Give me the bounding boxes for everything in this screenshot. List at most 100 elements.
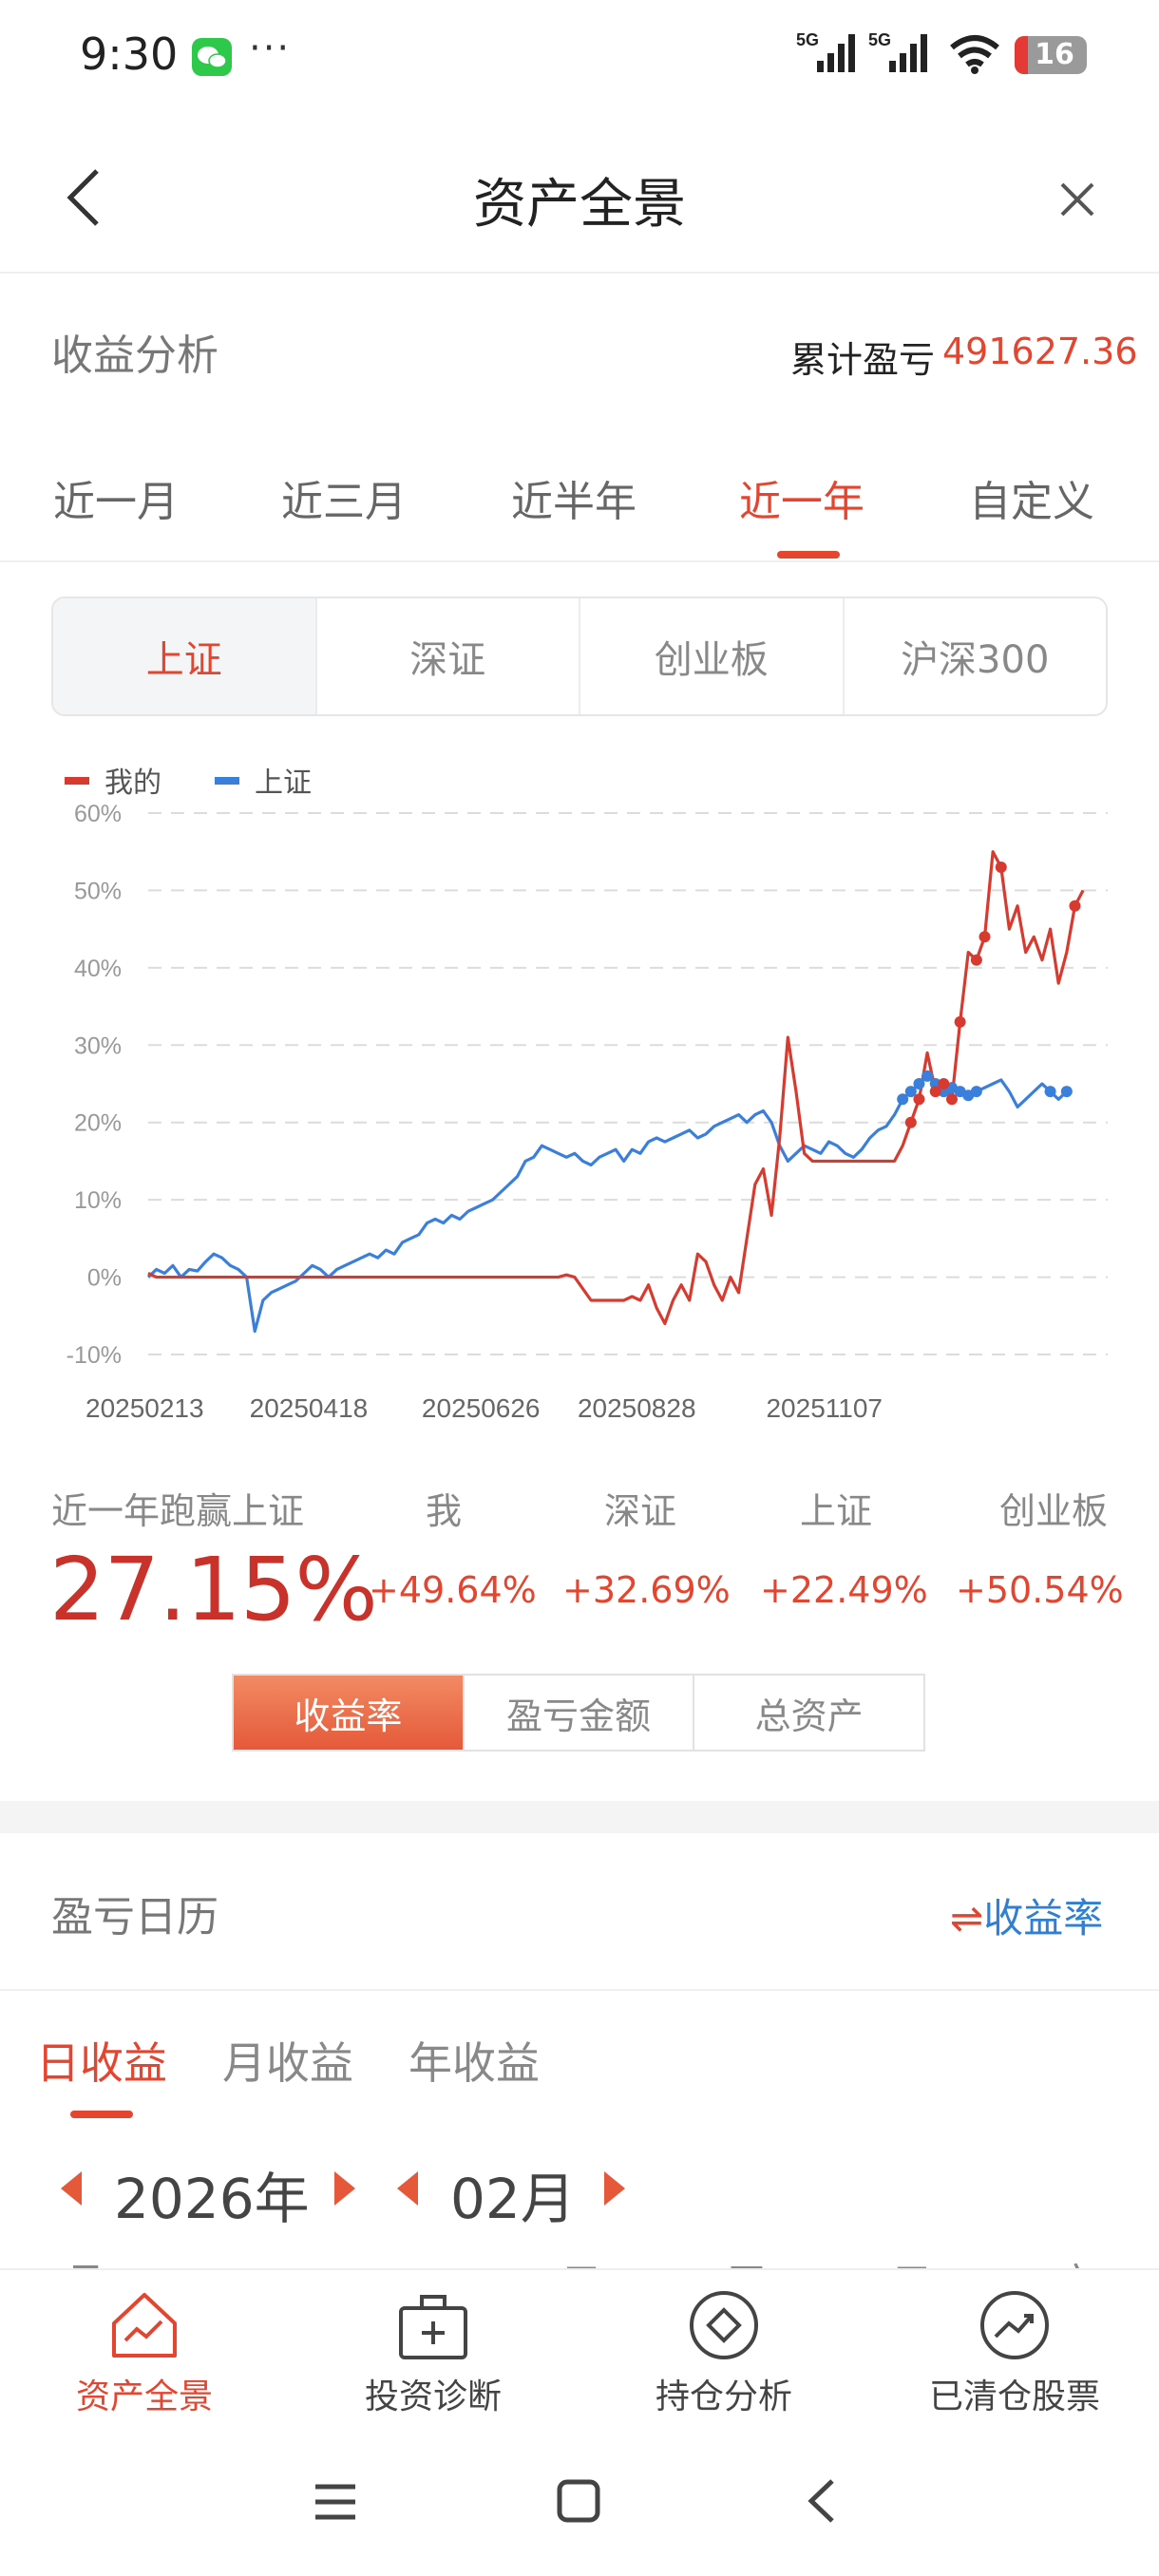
tab-period-6m[interactable]: 近半年 [511, 467, 636, 528]
compare-value-shenzhen: +32.69% [562, 1569, 731, 1611]
calendar-divider [0, 1989, 1159, 1991]
tab-monthly-return[interactable]: 月收益 [222, 2029, 353, 2092]
compare-value-shanghai: +22.49% [760, 1569, 928, 1611]
nav-label-cleared-stocks: 已清仓股票 [928, 2377, 1100, 2416]
wechat-icon [192, 38, 232, 76]
calendar-switch-button[interactable]: ⇌收益率 [950, 1886, 1103, 1944]
compare-label-shanghai: 上证 [800, 1490, 873, 1532]
index-tab-csi300[interactable]: 沪深300 [845, 598, 1107, 714]
battery-level: 16 [1035, 38, 1074, 71]
benchmark-trade-marker [1044, 1086, 1056, 1098]
benchmark-trade-marker [1060, 1086, 1073, 1098]
calendar-year: 2026年 [114, 2167, 310, 2231]
compare-label-shenzhen: 深证 [604, 1490, 677, 1532]
nav-asset-overview[interactable]: 资产全景 [21, 2289, 268, 2418]
calendar-title: 盈亏日历 [51, 1893, 218, 1941]
wifi-icon [950, 35, 999, 74]
calendar-tab-indicator [70, 2111, 133, 2118]
outperform-label: 近一年跑赢上证 [51, 1490, 305, 1532]
x-tick-label: 20250213 [86, 1393, 204, 1423]
cumulative-pnl-value: 491627.36 [942, 331, 1138, 372]
tab-daily-return[interactable]: 日收益 [36, 2029, 167, 2092]
compare-label-mine: 我 [426, 1490, 463, 1532]
nav-label-holdings-analysis: 持仓分析 [655, 2377, 792, 2416]
index-selector: 上证 深证 创业板 沪深300 [51, 597, 1108, 716]
tab-yearly-return[interactable]: 年收益 [408, 2029, 540, 2092]
house-chart-icon [112, 2293, 177, 2358]
prev-year-icon[interactable] [61, 2171, 82, 2206]
x-tick-label: 20250828 [578, 1393, 696, 1423]
metric-tab-return-rate[interactable]: 收益率 [234, 1676, 465, 1750]
menu-icon[interactable] [314, 2483, 357, 2521]
nav-cleared-stocks[interactable]: 已清仓股票 [891, 2289, 1138, 2418]
y-tick-label: 30% [74, 1032, 122, 1059]
legend-mine-label: 我的 [104, 767, 162, 799]
x-tick-label: 20250626 [422, 1393, 541, 1423]
switch-arrows-icon: ⇌ [950, 1895, 984, 1941]
period-divider [0, 560, 1159, 562]
compare-value-mine: +49.64% [369, 1569, 537, 1611]
system-back-icon[interactable] [808, 2477, 836, 2525]
mine-trade-marker [945, 1093, 958, 1106]
more-notifications-icon: ··· [249, 27, 292, 70]
index-tab-shanghai[interactable]: 上证 [53, 598, 317, 714]
compare-label-chinext: 创业板 [999, 1490, 1109, 1532]
returns-line-chart: 60% 50% 40% 30% 20% 10% 0% -10% 20250213 2025041… [65, 767, 1108, 1423]
index-tab-shenzhen[interactable]: 深证 [317, 598, 580, 714]
outperform-value: 27.15% [49, 1539, 378, 1640]
close-icon[interactable] [1056, 179, 1098, 220]
mine-trade-marker [970, 954, 982, 966]
tab-period-3m[interactable]: 近三月 [281, 467, 407, 528]
nav-investment-diagnosis[interactable]: 投资诊断 [310, 2289, 557, 2418]
section-separator [0, 1801, 1159, 1833]
calendar-month: 02月 [450, 2167, 576, 2231]
y-tick-label: -10% [66, 1342, 122, 1369]
mine-trade-marker [995, 862, 1007, 873]
y-tick-label: 20% [74, 1110, 122, 1137]
network-label: 5G [868, 30, 891, 49]
calendar-switch-label: 收益率 [983, 1895, 1104, 1941]
medical-kit-icon [399, 2295, 467, 2359]
tab-period-1y[interactable]: 近一年 [739, 467, 864, 528]
y-tick-label: 40% [74, 956, 122, 982]
trend-circle-icon [980, 2291, 1049, 2359]
x-tick-label: 20250418 [250, 1393, 369, 1423]
mine-trade-marker [1069, 900, 1081, 912]
benchmark-series-line [146, 1074, 1068, 1334]
home-square-icon[interactable] [557, 2479, 600, 2523]
y-tick-label: 60% [74, 801, 122, 827]
nav-label-investment-diagnosis: 投资诊断 [364, 2377, 502, 2416]
nav-label-asset-overview: 资产全景 [75, 2377, 213, 2416]
legend-mine-swatch [65, 777, 89, 785]
y-tick-label: 0% [87, 1265, 122, 1292]
y-tick-label: 50% [74, 878, 122, 904]
compare-value-chinext: +50.54% [956, 1569, 1124, 1611]
metric-selector: 收益率 盈亏金额 总资产 [232, 1674, 925, 1752]
metric-tab-total-assets[interactable]: 总资产 [694, 1676, 923, 1750]
prev-month-icon[interactable] [397, 2171, 418, 2206]
mine-trade-marker [978, 931, 991, 943]
period-tab-indicator [777, 551, 840, 559]
profit-analysis-title: 收益分析 [51, 331, 218, 380]
benchmark-trade-marker [970, 1086, 982, 1098]
cumulative-pnl-label: 累计盈亏 [790, 339, 936, 381]
next-month-icon[interactable] [604, 2171, 625, 2206]
y-tick-label: 10% [74, 1187, 122, 1214]
nav-holdings-analysis[interactable]: 持仓分析 [600, 2289, 847, 2418]
index-tab-chinext[interactable]: 创业板 [580, 598, 845, 714]
mine-trade-marker [954, 1015, 966, 1028]
mine-trade-marker [938, 1078, 950, 1089]
mine-trade-marker [904, 1116, 917, 1128]
page-title: 资产全景 [473, 174, 686, 236]
diamond-circle-icon [690, 2291, 758, 2359]
legend-benchmark-swatch [215, 777, 239, 785]
signal-5g-icon: 5G [796, 30, 855, 72]
x-tick-label: 20251107 [766, 1393, 883, 1423]
next-year-icon[interactable] [334, 2171, 355, 2206]
header-divider [0, 272, 1159, 274]
network-label: 5G [796, 30, 819, 49]
mine-trade-marker [913, 1093, 925, 1106]
metric-tab-pnl-amount[interactable]: 盈亏金额 [465, 1676, 695, 1750]
tab-period-1m[interactable]: 近一月 [53, 467, 179, 528]
tab-period-custom[interactable]: 自定义 [969, 467, 1094, 528]
